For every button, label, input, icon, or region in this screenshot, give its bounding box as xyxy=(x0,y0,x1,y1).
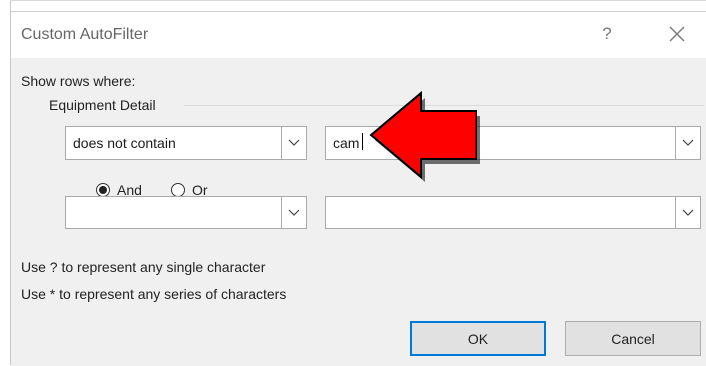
condition1-value-dropdown[interactable] xyxy=(675,127,700,159)
or-radio-button[interactable] xyxy=(171,183,185,197)
condition1-operator-value: does not contain xyxy=(73,135,176,151)
show-rows-label: Show rows where: xyxy=(21,73,136,89)
close-icon xyxy=(669,26,685,42)
wildcard-hint-single: Use ? to represent any single character xyxy=(21,259,266,275)
condition2-operator-select[interactable] xyxy=(65,196,307,229)
condition1-value-input[interactable]: cam xyxy=(325,126,701,160)
condition2-operator-dropdown[interactable] xyxy=(281,197,306,228)
dialog-title: Custom AutoFilter xyxy=(21,26,149,43)
close-button[interactable] xyxy=(666,22,688,46)
ok-button[interactable]: OK xyxy=(410,321,546,356)
help-button[interactable]: ? xyxy=(597,24,617,46)
condition1-operator-select[interactable]: does not contain xyxy=(65,126,307,160)
window-top-edge xyxy=(10,0,706,1)
chevron-down-icon xyxy=(682,209,694,216)
title-bar: Custom AutoFilter ? xyxy=(11,12,706,58)
and-radio-button[interactable] xyxy=(96,183,110,197)
radio-selected-dot xyxy=(99,186,107,194)
chevron-down-icon xyxy=(288,209,300,216)
group-divider xyxy=(184,105,704,106)
condition1-value-text: cam xyxy=(333,135,360,151)
wildcard-hint-series: Use * to represent any series of charact… xyxy=(21,286,287,302)
condition2-value-input[interactable] xyxy=(325,196,701,229)
text-cursor xyxy=(362,133,363,150)
chevron-down-icon xyxy=(288,139,300,146)
custom-autofilter-dialog: Custom AutoFilter ? Show rows where: Equ… xyxy=(11,11,706,366)
field-name-label: Equipment Detail xyxy=(49,97,156,113)
cancel-button[interactable]: Cancel xyxy=(565,321,701,356)
condition1-operator-dropdown[interactable] xyxy=(281,127,306,159)
chevron-down-icon xyxy=(682,139,694,146)
condition2-value-dropdown[interactable] xyxy=(675,197,700,228)
